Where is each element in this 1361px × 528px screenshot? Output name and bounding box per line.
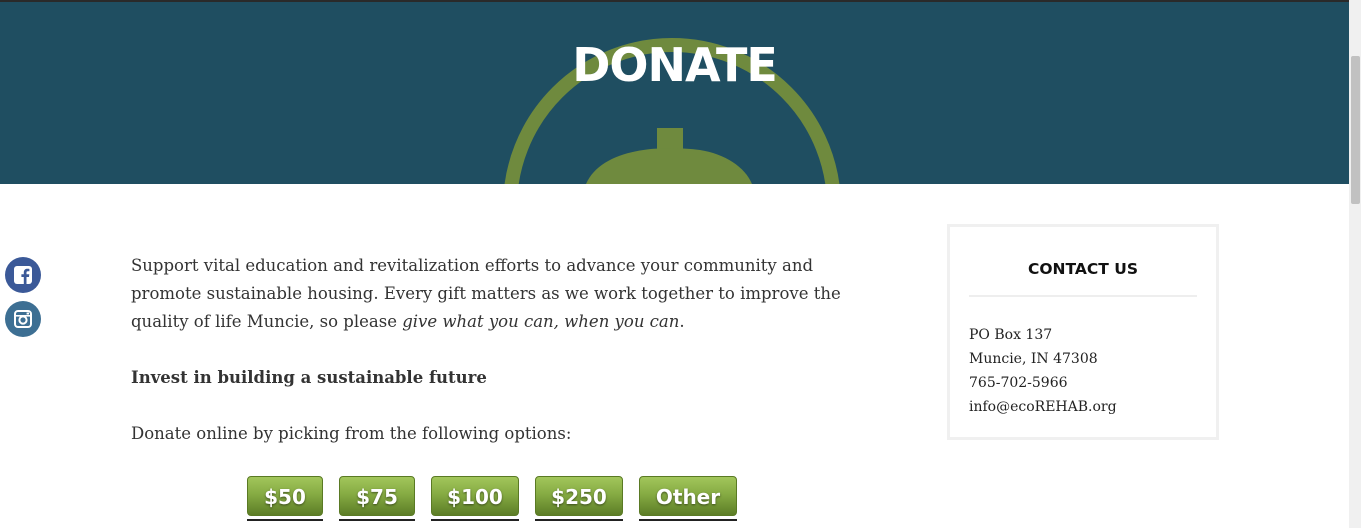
instagram-icon [14, 310, 32, 328]
instagram-link[interactable] [5, 301, 41, 337]
scrollbar-thumb[interactable] [1351, 56, 1360, 204]
donate-75-button[interactable]: $75 [339, 476, 415, 516]
button-underline [431, 519, 519, 521]
dollar-coin-icon [504, 38, 840, 184]
contact-title: CONTACT US [1028, 260, 1138, 278]
hero-banner: DONATE [0, 2, 1349, 184]
contact-box: CONTACT US PO Box 137 Muncie, IN 47308 7… [947, 224, 1219, 440]
facebook-link[interactable] [5, 257, 41, 293]
contact-phone[interactable]: 765-702-5966 [969, 371, 1117, 395]
contact-email[interactable]: info@ecoREHAB.org [969, 395, 1117, 419]
subheading: Invest in building a sustainable future [131, 368, 487, 387]
intro-paragraph: Support vital education and revitalizati… [131, 252, 871, 336]
button-underline [535, 519, 623, 521]
donate-other-button[interactable]: Other [639, 476, 737, 516]
intro-emphasis: give what you can, when you can [402, 312, 680, 331]
contact-divider [969, 295, 1197, 297]
options-prompt: Donate online by picking from the follow… [131, 424, 572, 443]
button-underline [247, 519, 323, 521]
button-underline [339, 519, 415, 521]
button-underline [639, 519, 737, 521]
facebook-icon [14, 266, 32, 284]
contact-address-line2: Muncie, IN 47308 [969, 351, 1098, 367]
contact-address-line1: PO Box 137 [969, 327, 1053, 343]
intro-period: . [679, 312, 685, 331]
donate-250-button[interactable]: $250 [535, 476, 623, 516]
main-content: Support vital education and revitalizati… [131, 252, 871, 448]
contact-details: PO Box 137 Muncie, IN 47308 765-702-5966… [969, 323, 1117, 419]
page-title: DONATE [572, 38, 778, 92]
donate-100-button[interactable]: $100 [431, 476, 519, 516]
donate-50-button[interactable]: $50 [247, 476, 323, 516]
